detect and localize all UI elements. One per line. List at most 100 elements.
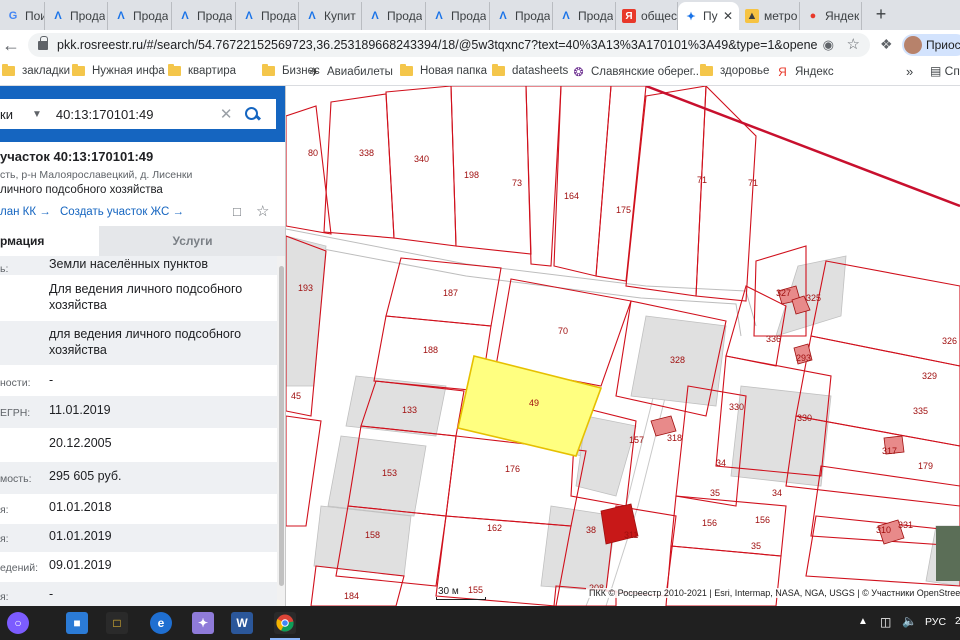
tracking-off-icon[interactable]: ◉ bbox=[823, 37, 834, 53]
plot-number-label: 156 bbox=[755, 515, 770, 525]
land-plot[interactable] bbox=[670, 495, 787, 557]
maps-pin-icon: ● bbox=[809, 10, 817, 22]
files-icon[interactable]: □ bbox=[106, 612, 128, 634]
volume-icon[interactable]: 🔈 bbox=[902, 614, 917, 628]
bookmark-item[interactable]: Нужная инфа bbox=[72, 64, 165, 77]
bookmarks-more-button[interactable]: » bbox=[906, 64, 913, 79]
land-plot[interactable] bbox=[695, 86, 757, 302]
yandex-icon: Я bbox=[778, 64, 787, 79]
photos-icon[interactable]: ✦ bbox=[192, 612, 214, 634]
panel-scrollbar-thumb[interactable] bbox=[279, 266, 284, 586]
reading-list-button[interactable]: ▤ Сп bbox=[930, 64, 960, 78]
back-icon[interactable]: ← bbox=[2, 35, 20, 56]
search-icon[interactable] bbox=[244, 106, 260, 122]
land-plot[interactable] bbox=[323, 93, 395, 239]
browser-tab-label: Прода bbox=[451, 9, 487, 23]
land-plot[interactable] bbox=[347, 425, 457, 517]
language-indicator[interactable]: РУС bbox=[925, 616, 946, 628]
browser-tab[interactable]: Λ Прода bbox=[553, 2, 616, 30]
plot-number-label: 184 bbox=[344, 591, 359, 601]
land-plot[interactable] bbox=[385, 86, 457, 247]
chrome-icon[interactable] bbox=[270, 612, 300, 640]
map-attribution: ПКК © Росреестр 2010-2021 | Esri, Interm… bbox=[586, 588, 960, 598]
chevron-down-icon[interactable]: ▼ bbox=[32, 109, 42, 120]
plot-number-label: 153 bbox=[382, 468, 397, 478]
basemap-switcher[interactable] bbox=[936, 526, 960, 581]
attribute-row: едений: 09.01.2019 bbox=[0, 553, 277, 582]
browser-tab[interactable]: Яобщес bbox=[616, 2, 678, 30]
bookmark-item[interactable]: datasheets bbox=[492, 64, 568, 77]
browser-tab[interactable]: ✦ Пу ✕ bbox=[678, 2, 739, 30]
browser-tab[interactable]: ▲ метро bbox=[739, 2, 800, 30]
search-type-select[interactable]: ки bbox=[0, 107, 22, 122]
store-icon[interactable]: ■ bbox=[66, 612, 88, 634]
browser-tab[interactable]: Λ Прода bbox=[172, 2, 236, 30]
tab-information[interactable]: рмация bbox=[0, 226, 99, 256]
attribute-row: я: 01.01.2019 bbox=[0, 524, 277, 553]
browser-tab[interactable]: Λ Прода bbox=[236, 2, 299, 30]
info-panel: ки ▼ ✕ участок 40:13:170101:49 сть, р-н … bbox=[0, 86, 286, 606]
bookmark-label: здоровье bbox=[720, 65, 770, 77]
attributes-table: ь: Земли населённых пунктов Для ведения ли… bbox=[0, 256, 277, 606]
bookmark-item[interactable]: закладки bbox=[2, 64, 70, 77]
browser-tab[interactable]: Λ Купит bbox=[299, 2, 362, 30]
attribute-row: ь: Земли населённых пунктов bbox=[0, 256, 277, 276]
bookmark-item[interactable]: здоровье bbox=[700, 64, 770, 77]
tray-expand-icon[interactable]: ▲ bbox=[858, 616, 868, 627]
address-bar[interactable]: pkk.rosreestr.ru/#/search/54.76722152569… bbox=[28, 33, 870, 57]
favorite-star-icon[interactable]: ☆ bbox=[256, 202, 269, 220]
network-icon[interactable]: ◫ bbox=[880, 615, 891, 629]
browser-tab[interactable]: ● Яндек bbox=[800, 2, 862, 30]
bookmark-item[interactable]: Я Яндекс bbox=[776, 64, 834, 79]
create-plot-link[interactable]: Создать участок ЖС → bbox=[60, 206, 184, 218]
plot-number-label: 327 bbox=[776, 288, 791, 298]
land-plot[interactable] bbox=[286, 235, 327, 417]
browser-tab[interactable]: Λ Прода bbox=[426, 2, 490, 30]
tab-services[interactable]: Услуги bbox=[99, 226, 285, 256]
bookmark-label: Авиабилеты bbox=[327, 65, 393, 78]
word-icon[interactable]: W bbox=[231, 612, 253, 634]
rosreestr-icon: Λ bbox=[435, 10, 443, 22]
browser-tab[interactable]: G Поиск bbox=[0, 2, 45, 30]
cortana-icon[interactable]: ○ bbox=[7, 612, 29, 634]
search-input[interactable] bbox=[55, 106, 216, 122]
edge-icon[interactable]: e bbox=[150, 612, 172, 634]
bookmark-star-icon[interactable]: ☆ bbox=[847, 35, 860, 53]
new-tab-button[interactable]: + bbox=[872, 5, 890, 24]
url-text[interactable]: pkk.rosreestr.ru/#/search/54.76722152569… bbox=[57, 38, 817, 52]
browser-tab[interactable]: Λ Прода bbox=[45, 2, 108, 30]
extensions-icon[interactable]: ❖ bbox=[880, 36, 893, 53]
attribute-key: я: bbox=[0, 591, 9, 603]
plot-number-label: 155 bbox=[468, 585, 483, 595]
browser-toolbar: ← pkk.rosreestr.ru/#/search/54.767221525… bbox=[0, 30, 960, 60]
rosreestr-icon: Λ bbox=[117, 10, 125, 22]
url-path: /#/search/54.76722152569723,36.253189668… bbox=[143, 38, 817, 52]
plot-number-label: 156 bbox=[702, 518, 717, 528]
clock[interactable]: 2 bbox=[955, 616, 960, 627]
bookmark-item[interactable]: ✈ Авиабилеты bbox=[308, 65, 393, 79]
attribute-key: ь: bbox=[0, 263, 9, 275]
bookmark-item[interactable]: ❂ Славянские оберег... bbox=[572, 65, 702, 79]
document-search-icon[interactable]: □ bbox=[233, 204, 241, 219]
cadastral-plan-link[interactable]: лан КК → bbox=[0, 206, 51, 218]
rosreestr-icon: Λ bbox=[499, 10, 507, 22]
close-tab-icon[interactable]: ✕ bbox=[723, 9, 733, 23]
attribute-row: ности: - bbox=[0, 366, 277, 396]
cadastral-map[interactable]: 80 338 340 198 73 164 175 71 71 193 187 70 327 325 336… bbox=[286, 86, 960, 606]
bookmark-item[interactable]: Новая папка bbox=[400, 64, 487, 77]
plot-number-label: 70 bbox=[558, 326, 568, 336]
lock-icon[interactable] bbox=[38, 35, 48, 50]
profile-button[interactable]: Приос bbox=[902, 34, 960, 56]
attribute-value: 09.01.2019 bbox=[49, 558, 112, 572]
land-plot[interactable] bbox=[286, 105, 332, 235]
land-plot[interactable] bbox=[286, 415, 322, 527]
map-canvas[interactable]: 80 338 340 198 73 164 175 71 71 193 187 70 327 325 336… bbox=[286, 86, 960, 606]
browser-tab[interactable]: Λ Прода bbox=[362, 2, 426, 30]
land-plot[interactable] bbox=[450, 86, 532, 255]
rosreestr-icon: Λ bbox=[308, 10, 316, 22]
browser-tab[interactable]: Λ Прода bbox=[490, 2, 553, 30]
bookmark-item[interactable]: квартира bbox=[168, 64, 236, 77]
clear-icon[interactable]: ✕ bbox=[220, 105, 233, 123]
browser-tab[interactable]: Λ Прода bbox=[108, 2, 172, 30]
browser-tab-label: метро bbox=[764, 9, 798, 23]
